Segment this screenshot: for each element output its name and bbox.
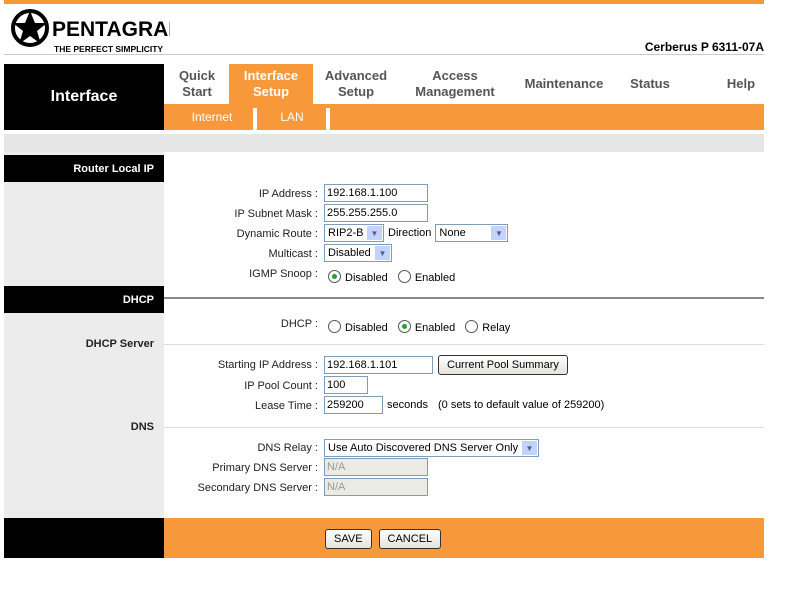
tab-quick-start[interactable]: Quick Start — [164, 64, 230, 104]
igmp-snoop-label: IGMP Snoop — [0, 268, 318, 280]
tab-advanced-setup[interactable]: Advanced Setup — [313, 64, 399, 104]
divider — [164, 427, 764, 428]
radio-label: Disabled — [345, 322, 388, 334]
ip-pool-count-label: IP Pool Count — [0, 380, 318, 392]
ip-pool-count-input[interactable] — [324, 376, 368, 394]
model-name: Cerberus P 6311-07A — [644, 40, 764, 54]
dhcp-label: DHCP — [0, 318, 318, 330]
direction-value: None — [439, 227, 466, 239]
dns-relay-value: Use Auto Discovered DNS Server Only — [328, 442, 519, 454]
section-dhcp-server: DHCP Server — [85, 338, 154, 350]
radio-label: Enabled — [414, 272, 456, 284]
dynamic-route-select[interactable]: RIP2-B ▼ — [324, 224, 384, 242]
footer-bar — [164, 518, 764, 558]
lease-time-input[interactable] — [324, 396, 383, 414]
footer-left — [4, 518, 164, 558]
chevron-down-icon: ▼ — [522, 441, 537, 455]
cancel-button[interactable]: CANCEL — [378, 529, 442, 549]
dynamic-route-label: Dynamic Route — [0, 228, 318, 240]
radio-label: Enabled — [414, 322, 456, 334]
pentagram-logo: PENTAGRAM THE PERFECT SIMPLICITY — [10, 8, 186, 54]
direction-label: Direction — [388, 227, 432, 239]
dynamic-route-value: RIP2-B — [328, 227, 364, 239]
divider — [164, 297, 764, 299]
primary-dns-label: Primary DNS Server — [0, 462, 318, 474]
subtab-lan[interactable]: LAN — [258, 104, 326, 130]
subtab-separator — [253, 108, 257, 130]
top-accent-bar — [4, 0, 764, 4]
lease-time-label: Lease Time — [0, 400, 318, 412]
primary-dns-input[interactable] — [324, 458, 428, 476]
radio-label: Disabled — [345, 272, 388, 284]
chevron-down-icon: ▼ — [367, 226, 382, 240]
subtab-internet[interactable]: Internet — [170, 104, 254, 130]
direction-select[interactable]: None ▼ — [435, 224, 509, 242]
subtab-separator — [326, 108, 330, 130]
dhcp-enabled-radio[interactable] — [397, 319, 411, 333]
dhcp-relay-radio[interactable] — [465, 319, 479, 333]
radio-label: Relay — [482, 322, 511, 334]
divider — [4, 54, 764, 55]
save-button[interactable]: SAVE — [325, 529, 372, 549]
tab-help[interactable]: Help — [712, 64, 770, 104]
tab-maintenance[interactable]: Maintenance — [515, 64, 613, 104]
ip-address-input[interactable] — [324, 184, 428, 202]
igmp-enabled-radio[interactable] — [397, 269, 411, 283]
ip-address-label: IP Address — [0, 188, 318, 200]
subnet-mask-input[interactable] — [324, 204, 428, 222]
svg-text:THE PERFECT SIMPLICITY: THE PERFECT SIMPLICITY — [54, 44, 163, 54]
igmp-disabled-radio[interactable] — [328, 269, 341, 283]
divider — [164, 344, 764, 345]
starting-ip-input[interactable] — [324, 356, 433, 374]
section-dhcp: DHCP — [4, 286, 164, 313]
lease-unit: seconds — [387, 399, 428, 411]
svg-text:PENTAGRAM: PENTAGRAM — [52, 18, 170, 41]
dns-relay-label: DNS Relay — [0, 442, 318, 454]
lease-note: (0 sets to default value of 259200) — [437, 399, 605, 411]
multicast-select[interactable]: Disabled ▼ — [324, 244, 392, 262]
subnet-mask-label: IP Subnet Mask — [0, 208, 318, 220]
section-dns: DNS — [130, 421, 154, 433]
tab-status[interactable]: Status — [620, 64, 680, 104]
tab-access-management[interactable]: Access Management — [405, 64, 505, 104]
gray-band — [4, 134, 764, 152]
current-pool-summary-button[interactable]: Current Pool Summary — [438, 355, 568, 375]
multicast-value: Disabled — [328, 247, 371, 259]
secondary-dns-input[interactable] — [324, 478, 428, 496]
chevron-down-icon: ▼ — [491, 226, 507, 240]
section-title: Interface — [4, 64, 164, 130]
multicast-label: Multicast — [0, 248, 318, 260]
chevron-down-icon: ▼ — [375, 246, 390, 260]
tab-interface-setup[interactable]: Interface Setup — [229, 64, 313, 104]
starting-ip-label: Starting IP Address — [0, 359, 318, 371]
secondary-dns-label: Secondary DNS Server — [0, 482, 318, 494]
dhcp-disabled-radio[interactable] — [328, 319, 341, 333]
dns-relay-select[interactable]: Use Auto Discovered DNS Server Only ▼ — [324, 439, 539, 457]
section-router-local-ip: Router Local IP — [4, 155, 164, 182]
